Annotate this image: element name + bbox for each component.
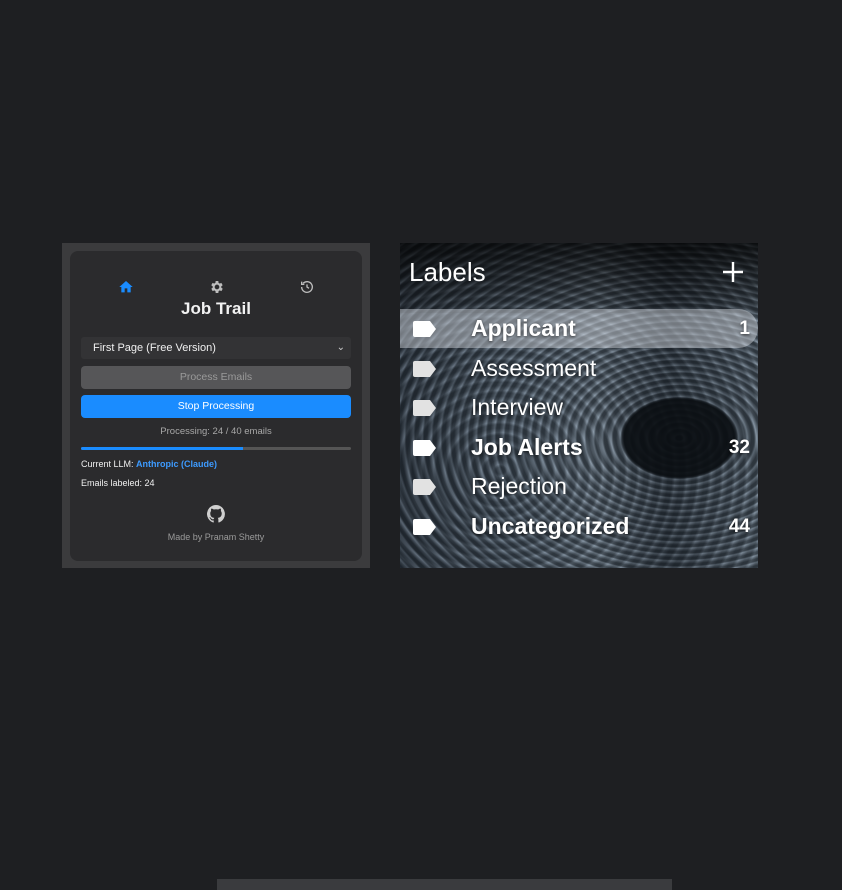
label-item-name: Rejection bbox=[471, 473, 567, 499]
label-tag-icon bbox=[412, 439, 438, 457]
label-item-count: 44 bbox=[728, 516, 750, 537]
app-title: Job Trail bbox=[181, 299, 251, 318]
label-item[interactable]: Rejection bbox=[400, 467, 758, 506]
label-item-name: Interview bbox=[471, 394, 564, 420]
chevron-down-icon: ⌄ bbox=[336, 342, 345, 353]
bottom-partial-window bbox=[217, 879, 672, 890]
label-item[interactable]: Applicant 1 bbox=[400, 309, 758, 348]
labels-panel: Labels Applicant 1 Assessment Interview Job … bbox=[400, 243, 758, 568]
label-item-name: Applicant bbox=[471, 315, 576, 341]
emails-labeled-count: Emails labeled: 24 bbox=[81, 478, 155, 488]
label-item[interactable]: Uncategorized 44 bbox=[400, 507, 758, 546]
credit-text: Made by Pranam Shetty bbox=[167, 532, 265, 542]
label-tag-icon bbox=[412, 320, 438, 338]
plus-icon[interactable] bbox=[720, 259, 746, 285]
gear-icon[interactable] bbox=[207, 277, 227, 297]
stop-processing-button[interactable]: Stop Processing bbox=[81, 395, 351, 418]
label-item[interactable]: Assessment bbox=[400, 349, 758, 388]
label-item-name: Uncategorized bbox=[471, 513, 630, 539]
label-item-count: 32 bbox=[728, 437, 750, 458]
processing-status: Processing: 24 / 40 emails bbox=[160, 426, 272, 437]
label-tag-icon bbox=[412, 360, 438, 378]
label-item-name: Assessment bbox=[471, 355, 597, 381]
page-mode-select[interactable]: First Page (Free Version) ⌄ bbox=[81, 337, 351, 359]
github-icon[interactable] bbox=[206, 504, 226, 524]
label-tag-icon bbox=[412, 478, 438, 496]
home-icon[interactable] bbox=[116, 277, 136, 297]
progress-fill bbox=[81, 447, 243, 450]
progress-bar bbox=[81, 447, 351, 450]
page-mode-select-value: First Page (Free Version) bbox=[93, 342, 216, 354]
label-tag-icon bbox=[412, 518, 438, 536]
popup-nav bbox=[70, 277, 362, 297]
label-item-count: 1 bbox=[739, 318, 750, 339]
current-llm-value: Anthropic (Claude) bbox=[136, 459, 218, 469]
label-item[interactable]: Interview bbox=[400, 388, 758, 427]
labels-header: Labels bbox=[409, 257, 486, 287]
current-llm-label: Current LLM: bbox=[81, 459, 134, 469]
process-emails-button[interactable]: Process Emails bbox=[81, 366, 351, 389]
extension-popup-frame: Job Trail First Page (Free Version) ⌄ Pr… bbox=[62, 243, 370, 568]
label-item[interactable]: Job Alerts 32 bbox=[400, 428, 758, 467]
current-llm: Current LLM: Anthropic (Claude) bbox=[81, 459, 217, 469]
label-item-name: Job Alerts bbox=[471, 434, 583, 460]
label-tag-icon bbox=[412, 399, 438, 417]
history-icon[interactable] bbox=[297, 277, 317, 297]
extension-popup: Job Trail First Page (Free Version) ⌄ Pr… bbox=[70, 251, 362, 561]
